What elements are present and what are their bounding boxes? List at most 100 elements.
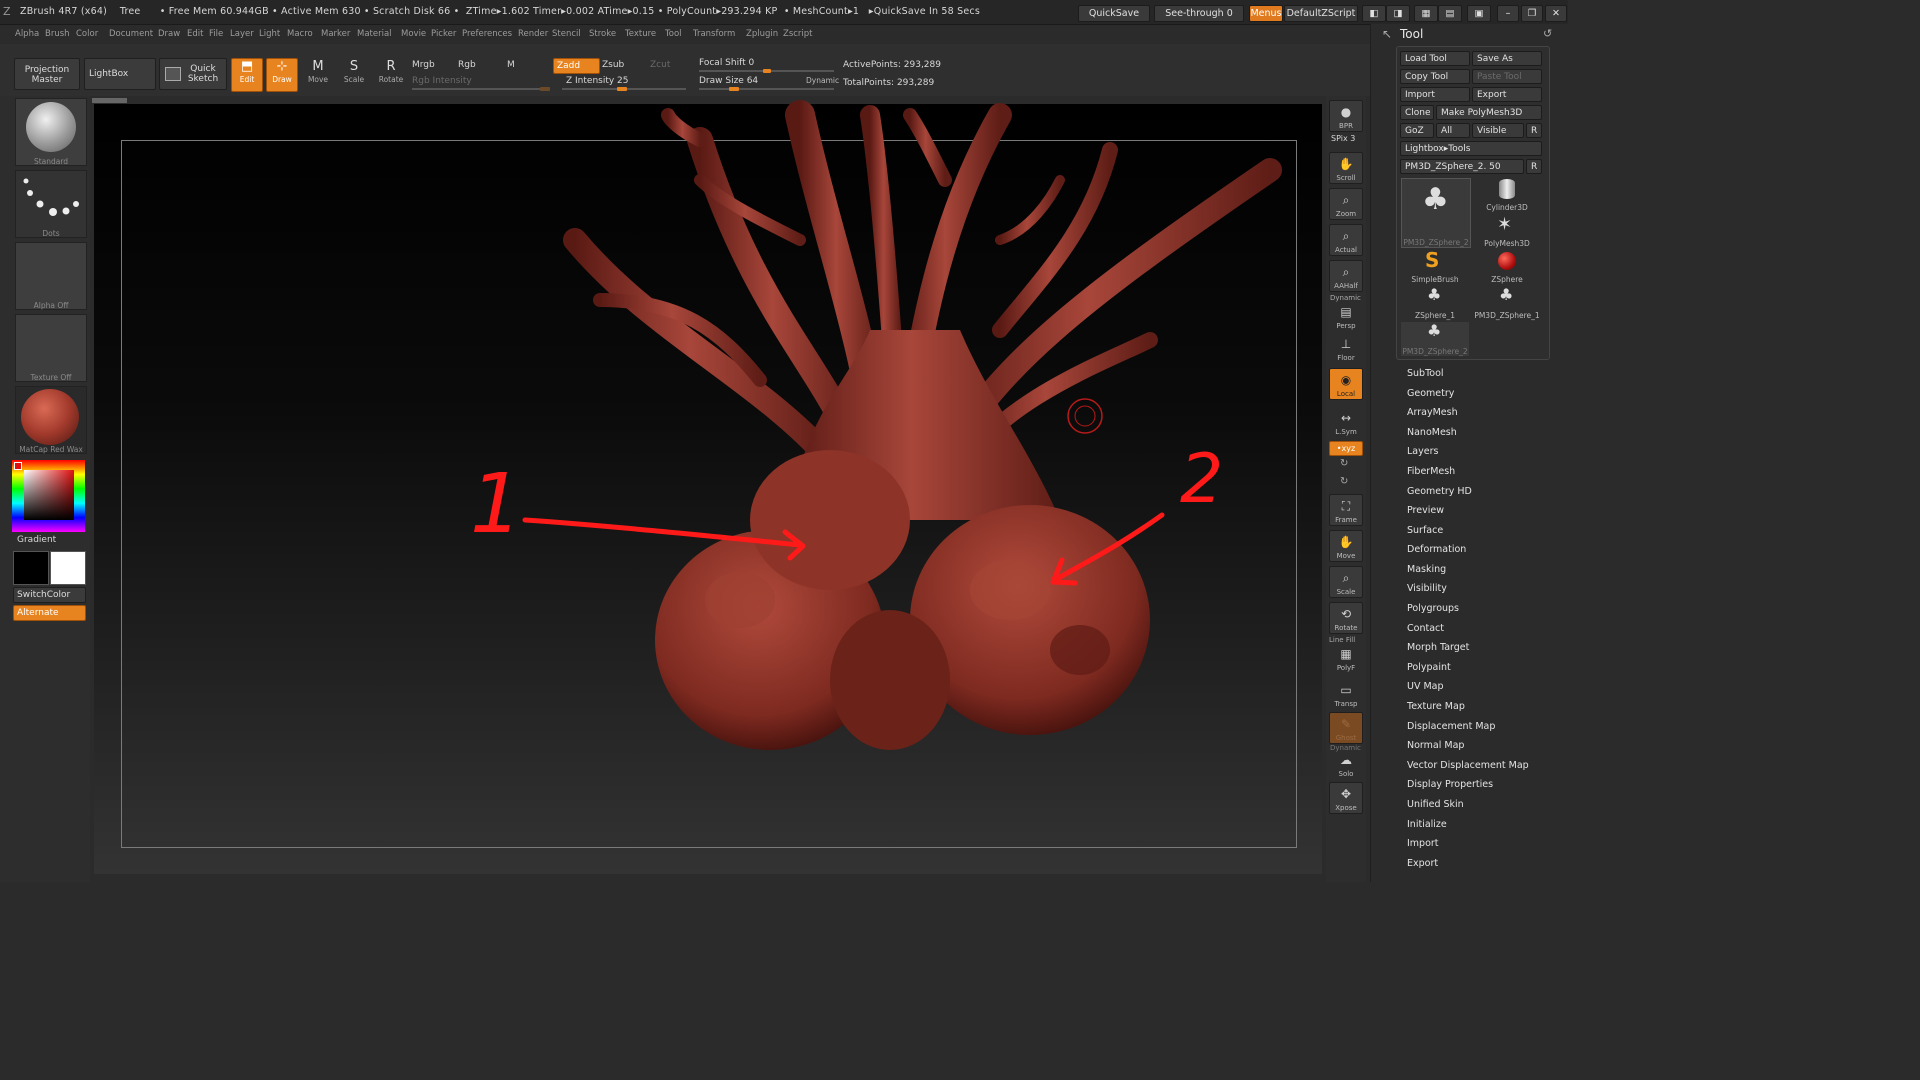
lightbox-tools-button[interactable]: Lightbox▸Tools [1400, 141, 1542, 156]
rotate-axis-icon[interactable]: ↻ [1340, 458, 1348, 469]
section-displacement-map[interactable]: Displacement Map [1407, 721, 1495, 732]
xyz-button[interactable]: •xyz [1329, 441, 1363, 456]
bpr-button[interactable]: ● BPR [1329, 100, 1363, 132]
palette-reset-icon[interactable]: ↺ [1543, 27, 1552, 40]
section-geometry-hd[interactable]: Geometry HD [1407, 486, 1472, 497]
scale-view-label: Scale [1336, 588, 1356, 596]
bpr-icon: ● [1340, 105, 1352, 119]
section-import[interactable]: Import [1407, 838, 1439, 849]
scroll-button[interactable]: ✋ Scroll [1329, 152, 1363, 184]
xpose-button[interactable]: ✥ Xpose [1329, 782, 1363, 814]
clone-button[interactable]: Clone [1400, 105, 1434, 120]
rotate-view-button[interactable]: ⟲ Rotate [1329, 602, 1363, 634]
persp-button[interactable]: ▤ Persp [1329, 300, 1363, 332]
current-tool-slider[interactable]: PM3D_ZSphere_2. 50 [1400, 159, 1524, 174]
current-tool-r-button[interactable]: R [1526, 159, 1542, 174]
polyf-button[interactable]: ▦ PolyF [1329, 642, 1363, 674]
tool-pm3d-zsphere-1[interactable]: ♣ PM3D_ZSphere_1 [1473, 285, 1541, 320]
local-icon: ◉ [1340, 373, 1352, 387]
scale-view-button[interactable]: ⌕ Scale [1329, 566, 1363, 598]
export-tool-button[interactable]: Export [1472, 87, 1542, 102]
scale-magnifier-icon: ⌕ [1342, 571, 1350, 585]
tool-zsphere-1[interactable]: ♣ ZSphere_1 [1401, 285, 1469, 320]
section-deformation[interactable]: Deformation [1407, 544, 1466, 555]
spix-slider[interactable]: SPix 3 [1331, 134, 1355, 143]
cylinder-icon [1499, 179, 1515, 199]
actual-size-icon: ⌕ [1342, 229, 1350, 243]
lsym-button[interactable]: ↔ L.Sym [1329, 406, 1363, 438]
section-fibermesh[interactable]: FiberMesh [1407, 466, 1455, 477]
copy-tool-button[interactable]: Copy Tool [1400, 69, 1470, 84]
zoom-button[interactable]: ⌕ Zoom [1329, 188, 1363, 220]
paste-tool-button[interactable]: Paste Tool [1472, 69, 1542, 84]
section-masking[interactable]: Masking [1407, 564, 1446, 575]
make-polymesh-button[interactable]: Make PolyMesh3D [1436, 105, 1542, 120]
goz-button[interactable]: GoZ [1400, 123, 1434, 138]
ghost-button[interactable]: ✎ Ghost [1329, 712, 1363, 744]
tool-pm3d-zsphere-2[interactable]: ♣ PM3D_ZSphere_2 [1401, 178, 1471, 248]
transp-button[interactable]: ▭ Transp [1329, 678, 1363, 710]
polyf-grid-icon: ▦ [1340, 647, 1352, 661]
tool-label-0: PM3D_ZSphere_2 [1403, 238, 1469, 247]
move-view-label: Move [1336, 552, 1356, 560]
floor-button[interactable]: ⊥ Floor [1329, 332, 1363, 364]
section-export[interactable]: Export [1407, 858, 1438, 869]
section-subtool[interactable]: SubTool [1407, 368, 1444, 379]
actual-label: Actual [1335, 246, 1357, 254]
local-label: Local [1336, 390, 1356, 398]
xpose-icon: ✥ [1340, 787, 1352, 801]
move-view-button[interactable]: ✋ Move [1329, 530, 1363, 562]
right-shelf: ● BPR SPix 3 ✋ Scroll ⌕ Zoom ⌕ Actual ⌕ … [1326, 96, 1366, 882]
tool-polymesh3d[interactable]: ✶ PolyMesh3D [1473, 214, 1541, 248]
rotate-view-icon: ⟲ [1340, 607, 1352, 621]
tool-label-6: PM3D_ZSphere_1 [1474, 311, 1540, 320]
tool-cylinder3d[interactable]: Cylinder3D [1473, 178, 1541, 212]
section-arraymesh[interactable]: ArrayMesh [1407, 407, 1458, 418]
section-uv-map[interactable]: UV Map [1407, 681, 1444, 692]
save-as-button[interactable]: Save As [1472, 51, 1542, 66]
local-button[interactable]: ◉ Local [1329, 368, 1363, 400]
import-tool-button[interactable]: Import [1400, 87, 1470, 102]
rotate-axis-icon-2[interactable]: ↻ [1340, 476, 1348, 487]
tool-pm3d-zsphere-2-b[interactable]: ♣ PM3D_ZSphere_2 [1401, 321, 1469, 356]
lsym-label: L.Sym [1335, 428, 1357, 436]
aahalf-label: AAHalf [1334, 282, 1358, 290]
section-morph-target[interactable]: Morph Target [1407, 642, 1469, 653]
section-visibility[interactable]: Visibility [1407, 583, 1447, 594]
frame-button[interactable]: ⛶ Frame [1329, 494, 1363, 526]
section-display-properties[interactable]: Display Properties [1407, 779, 1493, 790]
tool-zsphere[interactable]: ZSphere [1473, 250, 1541, 284]
all-button[interactable]: All [1436, 123, 1470, 138]
goz-r-button[interactable]: R [1526, 123, 1542, 138]
tree-tool-icon: ♣ [1422, 182, 1449, 217]
section-polypaint[interactable]: Polypaint [1407, 662, 1451, 673]
solo-button[interactable]: ☁ Solo [1329, 748, 1363, 780]
move-hand-icon: ✋ [1338, 535, 1354, 549]
section-geometry[interactable]: Geometry [1407, 388, 1454, 399]
actual-button[interactable]: ⌕ Actual [1329, 224, 1363, 256]
section-polygroups[interactable]: Polygroups [1407, 603, 1459, 614]
section-vector-displacement-map[interactable]: Vector Displacement Map [1407, 760, 1529, 771]
section-texture-map[interactable]: Texture Map [1407, 701, 1465, 712]
xpose-label: Xpose [1335, 804, 1357, 812]
section-initialize[interactable]: Initialize [1407, 819, 1447, 830]
section-nanomesh[interactable]: NanoMesh [1407, 427, 1457, 438]
section-layers[interactable]: Layers [1407, 446, 1438, 457]
section-preview[interactable]: Preview [1407, 505, 1444, 516]
section-normal-map[interactable]: Normal Map [1407, 740, 1464, 751]
visible-button[interactable]: Visible [1472, 123, 1524, 138]
persp-label: Persp [1336, 322, 1356, 330]
section-unified-skin[interactable]: Unified Skin [1407, 799, 1464, 810]
tool-label-7: PM3D_ZSphere_2 [1402, 347, 1468, 356]
tool-palette-title[interactable]: Tool [1400, 27, 1423, 41]
brush-cursor [1067, 398, 1103, 434]
palette-back-icon[interactable]: ↖ [1382, 27, 1392, 41]
section-surface[interactable]: Surface [1407, 525, 1443, 536]
tool-simplebrush[interactable]: S SimpleBrush [1401, 248, 1469, 284]
load-tool-button[interactable]: Load Tool [1400, 51, 1470, 66]
frame-icon: ⛶ [1341, 499, 1351, 513]
section-contact[interactable]: Contact [1407, 623, 1444, 634]
polyf-label: PolyF [1336, 664, 1356, 672]
aahalf-button[interactable]: ⌕ AAHalf [1329, 260, 1363, 292]
floor-label: Floor [1337, 354, 1355, 362]
